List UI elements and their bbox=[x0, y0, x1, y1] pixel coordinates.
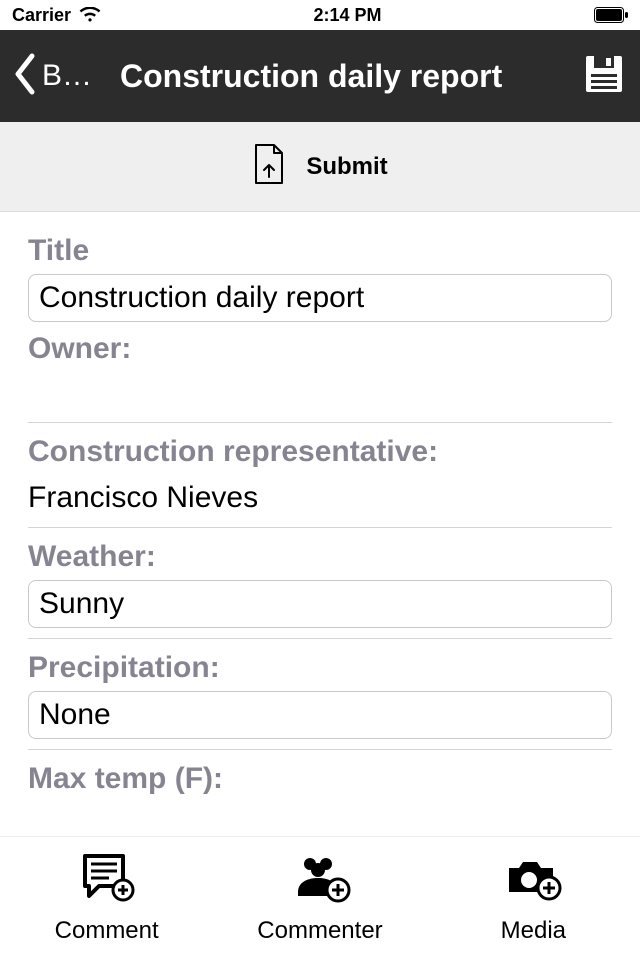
title-label: Title bbox=[28, 234, 612, 268]
weather-input[interactable] bbox=[39, 587, 601, 621]
title-input-wrap[interactable] bbox=[28, 274, 612, 322]
weather-input-wrap[interactable] bbox=[28, 580, 612, 628]
clock-label: 2:14 PM bbox=[314, 5, 382, 26]
save-icon bbox=[580, 85, 628, 102]
media-button[interactable]: Media bbox=[427, 837, 640, 960]
maxtemp-label: Max temp (F): bbox=[28, 762, 612, 796]
comment-button[interactable]: Comment bbox=[0, 837, 213, 960]
divider bbox=[28, 638, 612, 639]
page-title: Construction daily report bbox=[120, 58, 580, 95]
owner-value bbox=[28, 372, 612, 422]
weather-label: Weather: bbox=[28, 540, 612, 574]
battery-icon bbox=[594, 7, 628, 23]
divider bbox=[28, 749, 612, 750]
carrier-label: Carrier bbox=[12, 5, 71, 26]
chevron-left-icon bbox=[12, 52, 38, 101]
nav-header: B… Construction daily report bbox=[0, 30, 640, 122]
submit-label: Submit bbox=[306, 153, 387, 181]
media-label: Media bbox=[501, 917, 566, 945]
camera-add-icon bbox=[503, 852, 563, 909]
rep-label: Construction representative: bbox=[28, 435, 612, 469]
precip-input-wrap[interactable] bbox=[28, 691, 612, 739]
back-label: B… bbox=[42, 59, 92, 93]
commenter-label: Commenter bbox=[257, 917, 382, 945]
status-bar: Carrier 2:14 PM bbox=[0, 0, 640, 30]
comment-label: Comment bbox=[55, 917, 159, 945]
bottom-bar: Comment Commenter Media bbox=[0, 836, 640, 960]
submit-button[interactable]: Submit bbox=[0, 122, 640, 212]
commenter-button[interactable]: Commenter bbox=[213, 837, 426, 960]
divider bbox=[28, 527, 612, 528]
precip-label: Precipitation: bbox=[28, 651, 612, 685]
back-button[interactable]: B… bbox=[12, 52, 112, 101]
precip-input[interactable] bbox=[39, 698, 601, 732]
save-button[interactable] bbox=[580, 50, 628, 103]
divider bbox=[28, 422, 612, 423]
comment-add-icon bbox=[79, 852, 135, 909]
form-body: Title Owner: Construction representative… bbox=[0, 212, 640, 796]
people-add-icon bbox=[288, 852, 352, 909]
rep-value: Francisco Nieves bbox=[28, 475, 612, 527]
upload-file-icon bbox=[252, 143, 286, 190]
wifi-icon bbox=[79, 7, 101, 23]
title-input[interactable] bbox=[39, 281, 601, 315]
owner-label: Owner: bbox=[28, 332, 612, 366]
